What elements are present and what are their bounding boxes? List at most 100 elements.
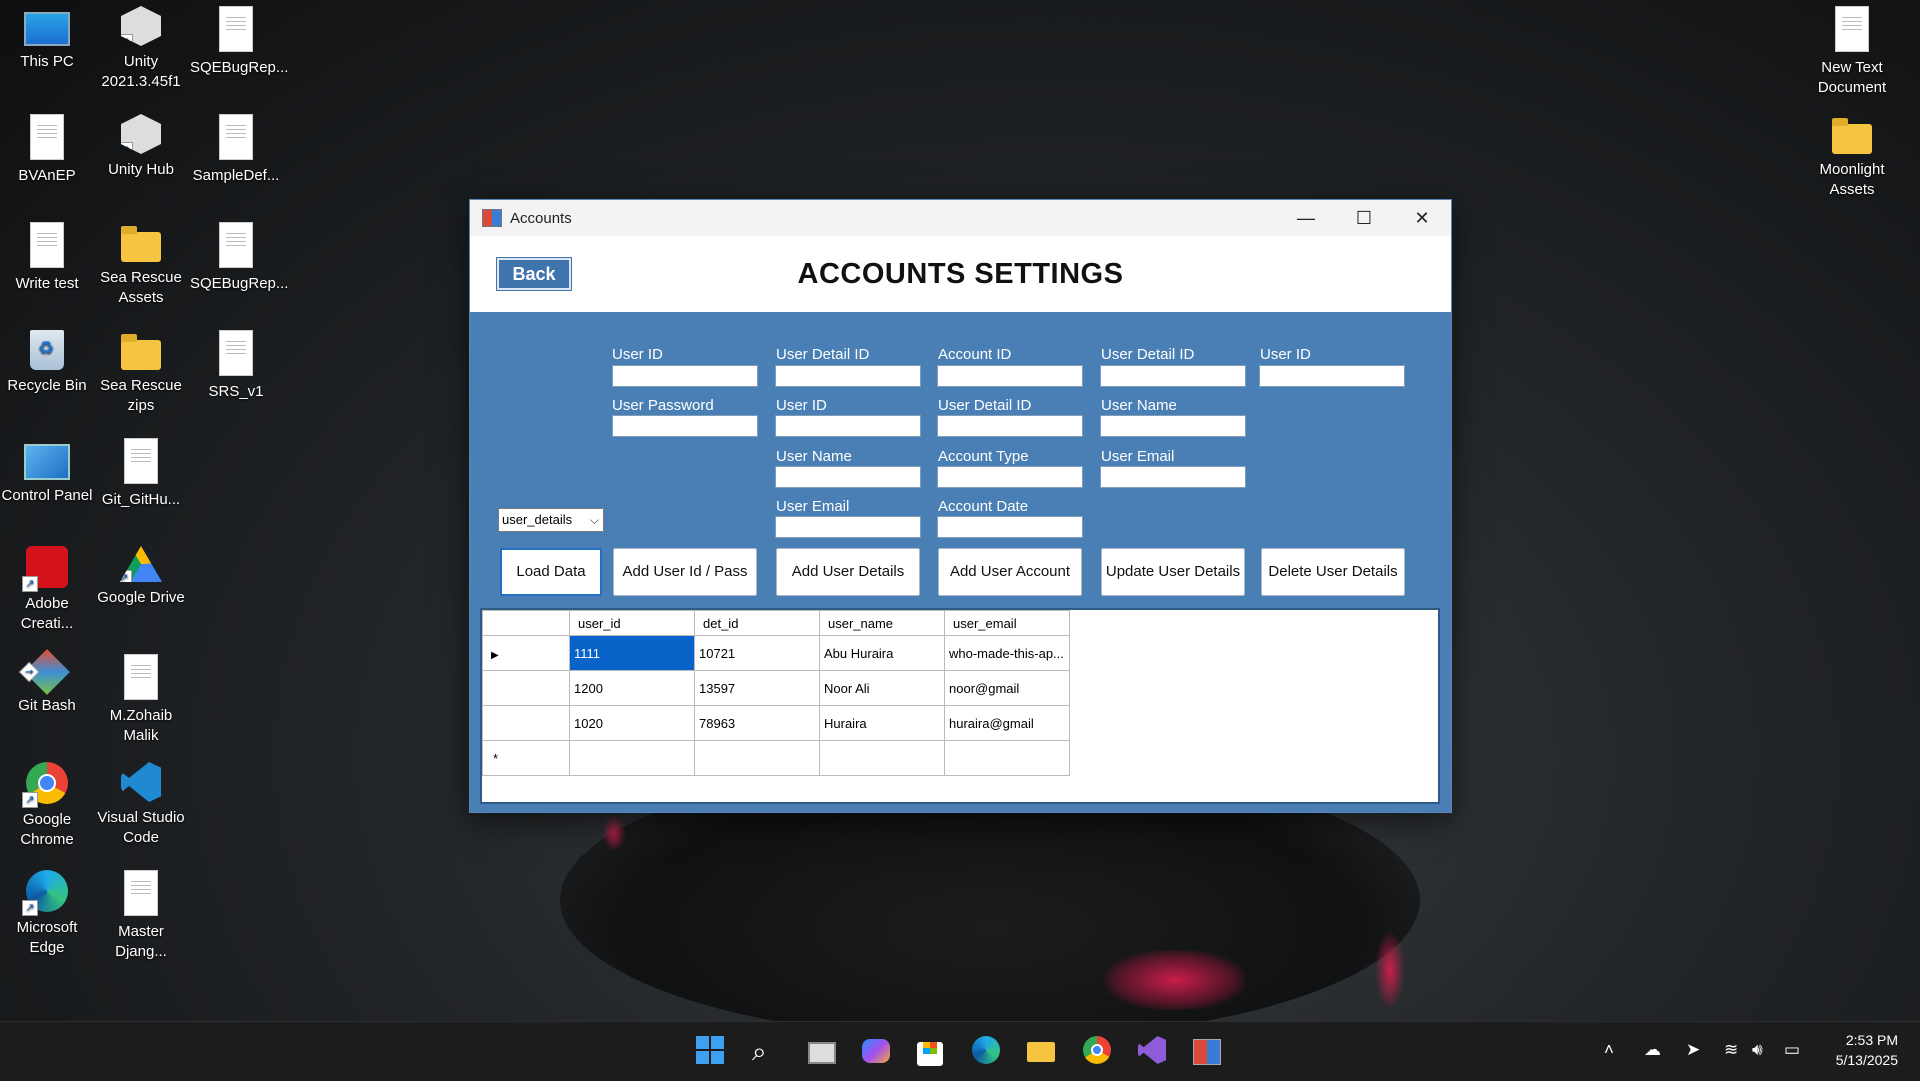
detail-user-id-input[interactable] [775,415,921,437]
table-cell[interactable]: 78963 [694,705,820,741]
table-cell[interactable]: Huraira [819,705,945,741]
desktop-icon-write-test[interactable]: Write test [1,218,93,294]
load-data-button[interactable]: Load Data [500,548,602,596]
desktop-icon-zohaib[interactable]: M.Zohaib Malik [95,650,187,746]
detail-user-detail-id-input[interactable] [775,365,921,387]
new-row[interactable]: * [482,740,1070,776]
user-id-input[interactable] [612,365,758,387]
table-cell[interactable] [944,740,1070,776]
taskbar: ⌕ ˄ ☁ ➤ ≋ 🔊︎ ▭ 2:53 PM 5/13/2025 [0,1021,1920,1081]
account-date-input[interactable] [937,516,1083,538]
clock[interactable]: 2:53 PM 5/13/2025 [1836,1030,1898,1070]
location-icon[interactable]: ➤ [1686,1040,1700,1060]
update-user-email-input[interactable] [1100,466,1246,488]
table-cell[interactable]: Abu Huraira [819,635,945,671]
add-user-pass-button[interactable]: Add User Id / Pass [613,548,757,596]
table-cell[interactable]: 13597 [694,670,820,706]
table-cell[interactable]: huraira@gmail [944,705,1070,741]
desktop-icon-sqebugrep-2[interactable]: SQEBugRep... [190,218,288,294]
volume-icon[interactable]: 🔊︎ [1752,1040,1763,1060]
vscode-icon [121,762,161,802]
add-user-account-button[interactable]: Add User Account [938,548,1082,596]
form-panel: User ID User Password User Detail ID Use… [470,312,1451,812]
table-row[interactable]: ▶ 1111 10721 Abu Huraira who-made-this-a… [482,635,1070,671]
delete-user-details-button[interactable]: Delete User Details [1261,548,1405,596]
edge-icon[interactable] [972,1036,1002,1066]
desktop-icon-git-bash[interactable]: Git Bash [1,649,93,716]
chrome-icon[interactable] [1083,1036,1113,1066]
desktop-icon-unity[interactable]: Unity 2021.3.45f1 [95,2,187,92]
minimize-button[interactable]: — [1277,200,1335,236]
account-type-input[interactable] [937,466,1083,488]
desktop-icon-control-panel[interactable]: Control Panel [1,434,93,506]
update-user-details-button[interactable]: Update User Details [1101,548,1245,596]
delete-user-id-input[interactable] [1259,365,1405,387]
column-header[interactable]: det_id [694,610,820,636]
desktop-icon-srs-v1[interactable]: SRS_v1 [190,326,282,402]
desktop-icon-sea-rescue-assets[interactable]: Sea Rescue Assets [95,218,187,308]
table-cell[interactable]: 1200 [569,670,695,706]
column-header[interactable]: user_id [569,610,695,636]
title-bar[interactable]: Accounts — ☐ ✕ [470,200,1451,236]
close-button[interactable]: ✕ [1393,200,1451,236]
desktop-icon-git-github[interactable]: Git_GitHu... [95,434,187,510]
file-explorer-icon[interactable] [1027,1036,1057,1066]
account-user-detail-id-input[interactable] [937,415,1083,437]
desktop-icon-bvanep[interactable]: BVAnEP [1,110,93,186]
detail-user-name-input[interactable] [775,466,921,488]
data-grid[interactable]: user_id det_id user_name user_email ▶ 11… [480,608,1440,804]
table-cell[interactable]: noor@gmail [944,670,1070,706]
desktop-icon-recycle-bin[interactable]: ♻ Recycle Bin [1,326,93,396]
account-id-input[interactable] [937,365,1083,387]
column-header[interactable]: user_email [944,610,1070,636]
onedrive-icon[interactable]: ☁ [1644,1040,1661,1060]
table-cell[interactable]: 1111 [569,635,695,671]
chevron-up-icon[interactable]: ˄ [1604,1040,1614,1060]
desktop-icon-sampledef[interactable]: SampleDef... [190,110,282,186]
desktop-icon-edge[interactable]: Microsoft Edge [1,866,93,958]
maximize-button[interactable]: ☐ [1335,200,1393,236]
desktop-icon-master-django[interactable]: Master Djang... [95,866,187,962]
desktop-icon-vscode[interactable]: Visual Studio Code [95,758,187,848]
update-user-name-input[interactable] [1100,415,1246,437]
table-row[interactable]: 1020 78963 Huraira huraira@gmail [482,705,1070,741]
detail-user-email-input[interactable] [775,516,921,538]
user-password-input[interactable] [612,415,758,437]
battery-icon[interactable]: ▭ [1784,1040,1800,1060]
new-row-indicator[interactable]: * [482,740,570,776]
desktop-icon-sqebugrep-1[interactable]: SQEBugRep... [190,2,288,78]
page-title: ACCOUNTS SETTINGS [797,258,1124,290]
table-cell[interactable] [569,740,695,776]
table-cell[interactable]: 10721 [694,635,820,671]
desktop-icon-chrome[interactable]: Google Chrome [1,758,93,850]
label-update-user-email: User Email [1101,448,1175,465]
desktop-icon-new-text-document[interactable]: New Text Document [1806,2,1898,98]
update-user-detail-id-input[interactable] [1100,365,1246,387]
row-header[interactable] [482,705,570,741]
table-cell[interactable] [819,740,945,776]
column-header[interactable]: user_name [819,610,945,636]
table-cell[interactable]: who-made-this-ap... [944,635,1070,671]
desktop-icon-this-pc[interactable]: This PC [1,2,93,72]
accounts-app-icon[interactable] [1193,1036,1223,1066]
visual-studio-icon[interactable] [1138,1036,1168,1066]
store-icon[interactable] [917,1036,947,1066]
current-row-indicator[interactable]: ▶ [482,635,570,671]
table-cell[interactable] [694,740,820,776]
table-cell[interactable]: 1020 [569,705,695,741]
table-cell[interactable]: Noor Ali [819,670,945,706]
add-user-details-button[interactable]: Add User Details [776,548,920,596]
windows-start-icon[interactable] [696,1036,726,1066]
row-header[interactable] [482,670,570,706]
task-view-icon[interactable] [808,1036,838,1066]
desktop-icon-google-drive[interactable]: Google Drive [95,542,187,608]
desktop-icon-moonlight-assets[interactable]: Moonlight Assets [1806,110,1898,200]
table-row[interactable]: 1200 13597 Noor Ali noor@gmail [482,670,1070,706]
search-icon[interactable]: ⌕ [752,1036,782,1066]
wifi-icon[interactable]: ≋ [1724,1040,1738,1060]
copilot-icon[interactable] [862,1036,892,1066]
desktop-icon-unity-hub[interactable]: Unity Hub [95,110,187,180]
table-select-dropdown[interactable]: user_details ⌵ [498,508,604,532]
desktop-icon-sea-rescue-zips[interactable]: Sea Rescue zips [95,326,187,416]
desktop-icon-adobe[interactable]: Adobe Creati... [1,542,93,634]
